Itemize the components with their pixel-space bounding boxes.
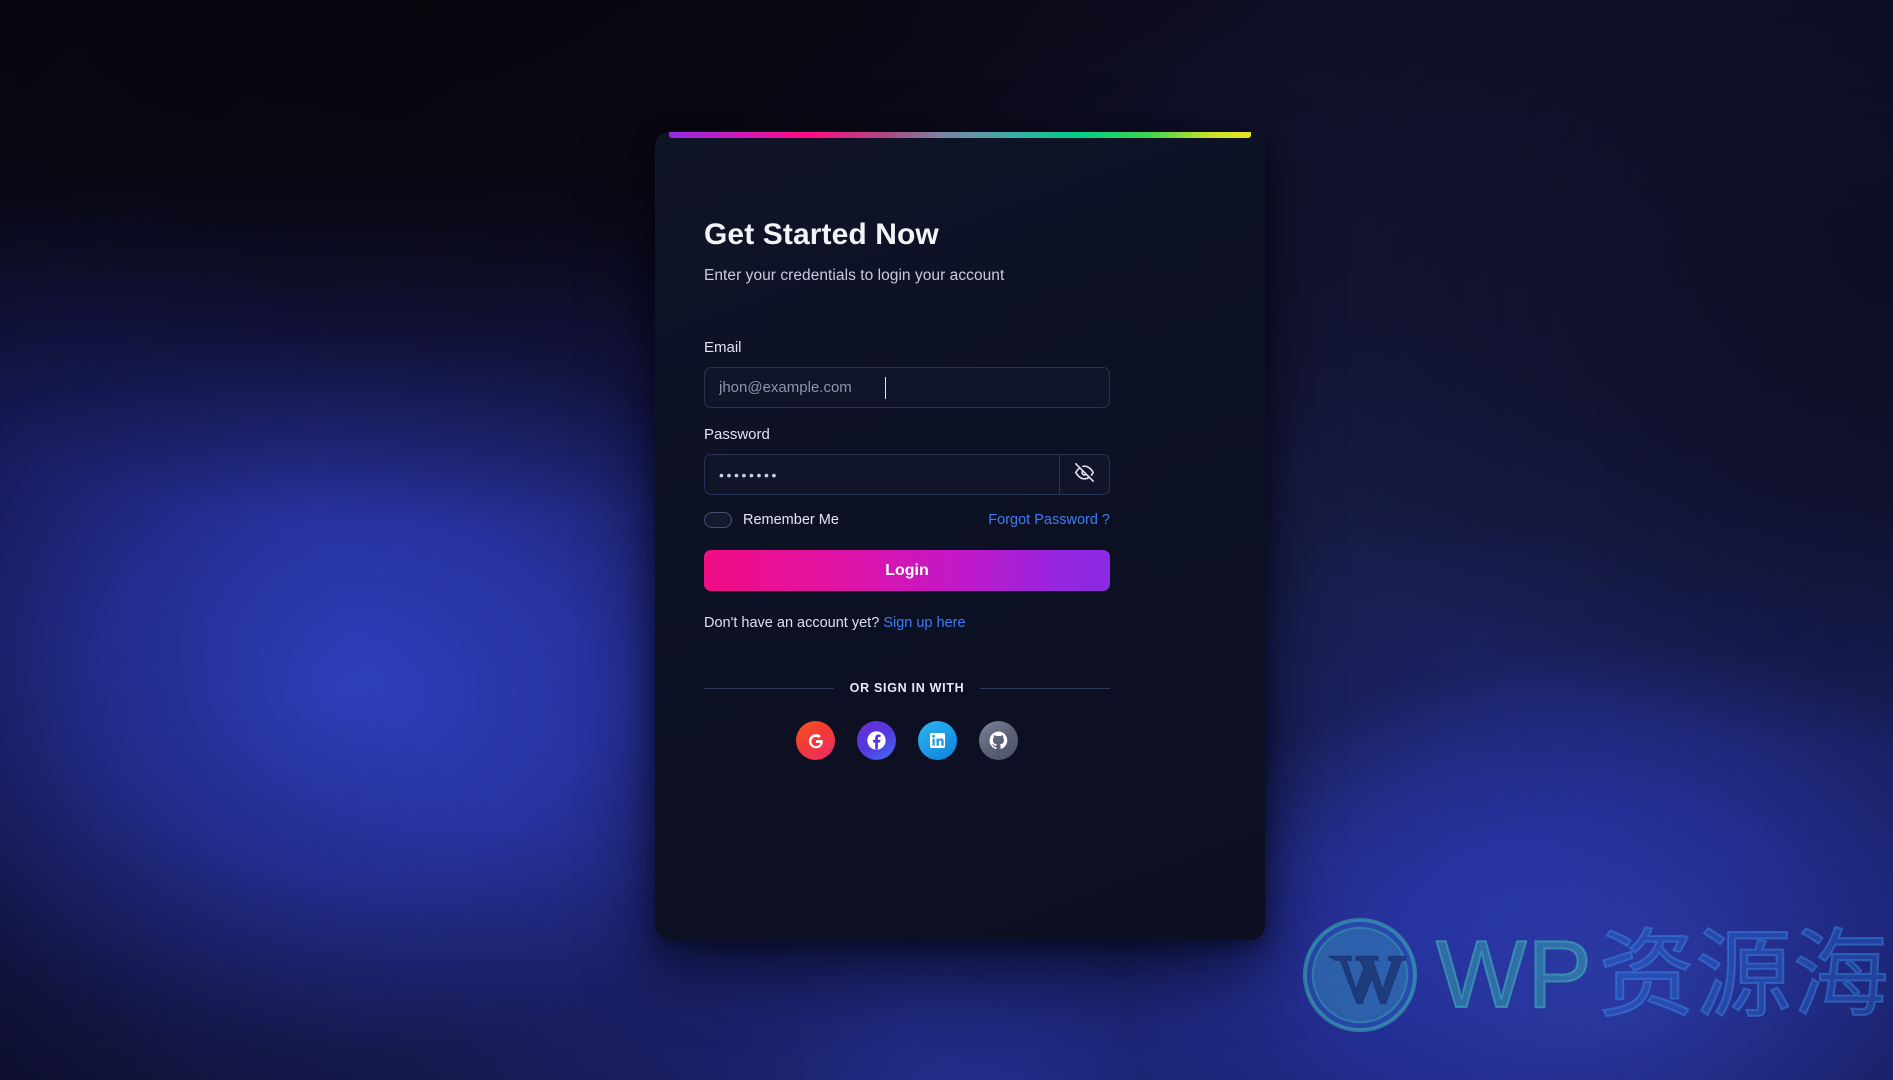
password-label: Password: [704, 426, 770, 443]
divider-line-left: [704, 687, 834, 689]
social-divider: OR SIGN IN WITH: [704, 681, 1111, 695]
email-input-shell[interactable]: [704, 367, 1110, 408]
signup-prompt-row: Don't have an account yet? Sign up here: [704, 615, 1110, 631]
divider-line-right: [980, 687, 1111, 689]
email-input[interactable]: [705, 368, 1109, 407]
card-content: Get Started Now Enter your credentials t…: [704, 180, 1111, 760]
google-icon: [806, 731, 826, 751]
linkedin-icon: [928, 731, 947, 750]
text-caret: [885, 377, 886, 399]
email-field-group: Email: [704, 339, 1110, 408]
social-login-github[interactable]: [979, 721, 1018, 760]
social-login-linkedin[interactable]: [918, 721, 957, 760]
signup-prompt-text: Don't have an account yet?: [704, 615, 880, 631]
remember-me-toggle[interactable]: [704, 512, 732, 528]
social-login-buttons: [704, 721, 1110, 760]
social-login-facebook[interactable]: [857, 721, 896, 760]
login-screen: Get Started Now Enter your credentials t…: [0, 0, 1893, 1080]
login-card: Get Started Now Enter your credentials t…: [655, 132, 1265, 940]
divider-label: OR SIGN IN WITH: [849, 681, 965, 695]
password-input[interactable]: [705, 455, 1059, 494]
signup-link[interactable]: Sign up here: [883, 615, 965, 631]
eye-off-icon: [1075, 462, 1094, 487]
toggle-password-visibility-button[interactable]: [1059, 455, 1109, 494]
github-icon: [988, 730, 1009, 751]
social-login-google[interactable]: [796, 721, 835, 760]
facebook-icon: [866, 730, 887, 751]
password-field-group: Password: [704, 426, 1110, 495]
page-title: Get Started Now: [704, 218, 939, 251]
email-label: Email: [704, 339, 742, 356]
remember-me-control[interactable]: Remember Me: [704, 512, 839, 528]
card-accent-bar: [669, 132, 1251, 138]
remember-forgot-row: Remember Me Forgot Password ?: [704, 512, 1110, 528]
login-button[interactable]: Login: [704, 550, 1110, 591]
page-subtitle: Enter your credentials to login your acc…: [704, 267, 1005, 284]
remember-me-label: Remember Me: [743, 512, 839, 528]
password-input-shell[interactable]: [704, 454, 1110, 495]
forgot-password-link[interactable]: Forgot Password ?: [988, 512, 1110, 528]
